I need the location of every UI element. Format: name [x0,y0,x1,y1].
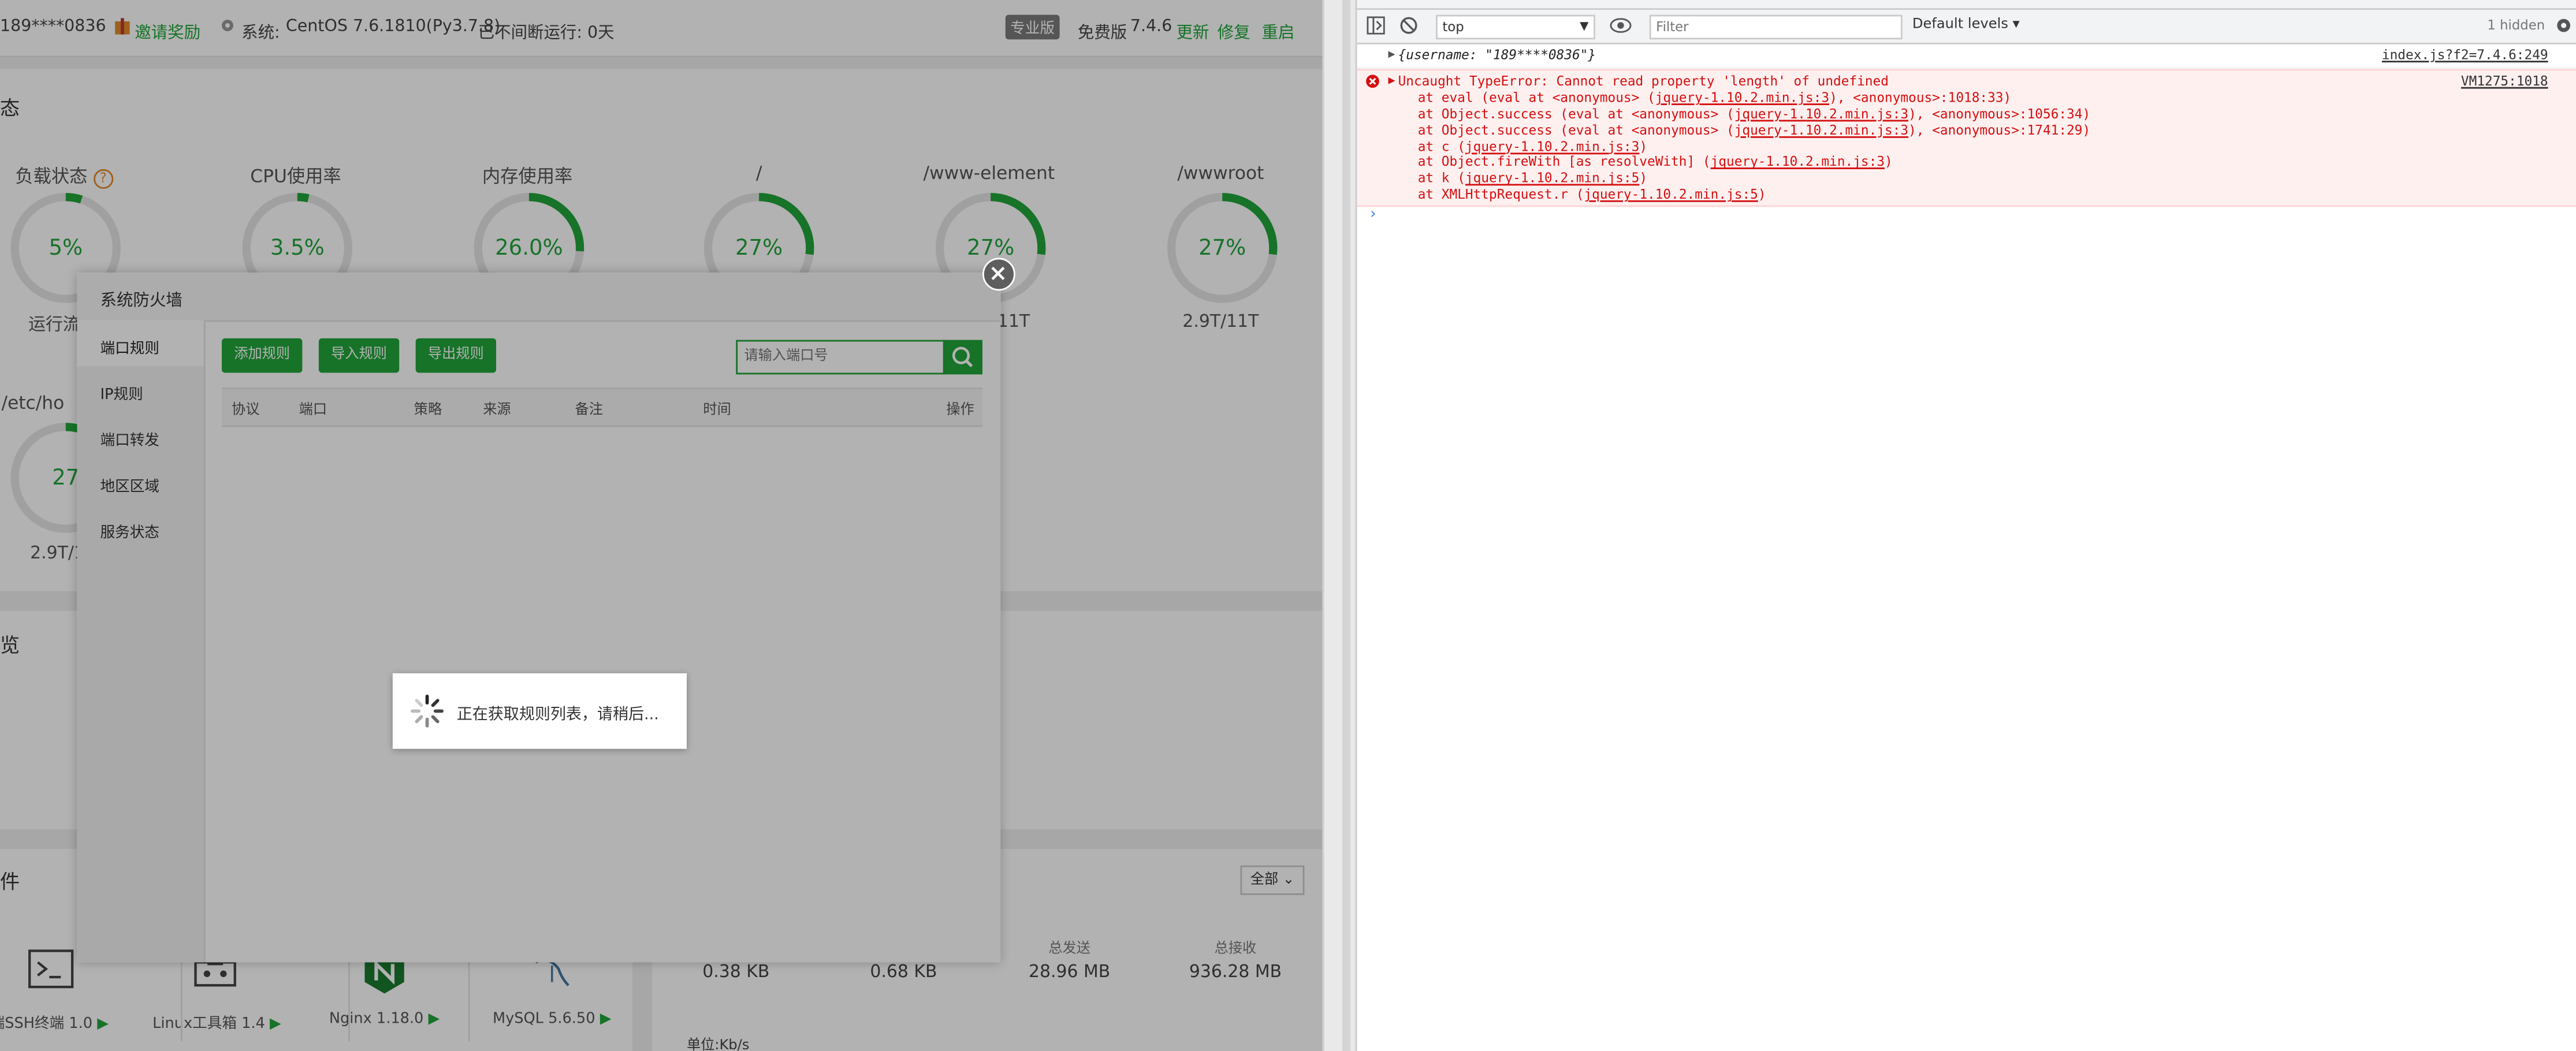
log-entry[interactable]: ▶ {username: "189****0836"} index.js?f2=… [1357,44,2576,69]
devtools-tabbar [1357,0,2576,10]
dropdown-arrow-icon: ▼ [1580,20,1589,33]
context-select[interactable]: top ▼ [1435,14,1595,40]
loading-backdrop[interactable] [77,273,1001,963]
devtools-splitter[interactable] [1322,0,1357,1051]
stack-text: at eval (eval at <anonymous> ( [1417,90,1655,105]
log-levels-select[interactable]: Default levels ▾ [1912,16,2020,32]
stack-text: at k ( [1417,171,1465,187]
stack-frame: at eval (eval at <anonymous> (jquery-1.1… [1418,90,2012,105]
eye-icon[interactable] [1610,18,1632,33]
sidebar-toggle-icon[interactable] [1367,16,1385,35]
screen: 189****0836 邀请奖励 系统: CentOS 7.6.1810(Py3… [0,0,2576,1051]
loading-text: 正在获取规则列表，请稍后... [456,706,659,725]
log-object[interactable]: {username: "189****0836"} [1398,47,1596,62]
stack-source-link[interactable]: jquery-1.10.2.min.js:3 [1711,155,1885,170]
stack-source-link[interactable]: jquery-1.10.2.min.js:5 [1465,171,1639,186]
stack-text: ) [1639,139,1648,154]
stack-source-link[interactable]: jquery-1.10.2.min.js:5 [1584,187,1758,202]
stack-text: at XMLHttpRequest.r ( [1417,187,1584,203]
error-icon [1366,74,1379,88]
console-prompt[interactable]: › [1368,207,1377,223]
stack-source-link[interactable]: jquery-1.10.2.min.js:3 [1465,139,1639,154]
filter-input[interactable] [1651,20,1896,35]
spinner-icon [411,694,444,728]
stack-text: ) [1885,155,1893,170]
error-source-link[interactable]: VM1275:1018 [2461,74,2548,89]
stack-frame: at Object.fireWith [as resolveWith] (jqu… [1418,155,1893,170]
devtools-console: top▼ Default levels ▾ 1 hidden ▶ {userna… [1355,0,2576,1051]
stack-frame: at c (jquery-1.10.2.min.js:3) [1418,139,1647,154]
firewall-dialog: 系统防火墙 端口规则 IP规则 端口转发 地区区域 服务状态 添加规则 导入规则… [77,273,1001,963]
error-entry: ▶ Uncaught TypeError: Cannot read proper… [1357,69,2576,207]
clear-console-icon[interactable] [1399,16,1417,34]
error-message: Uncaught TypeError: Cannot read property… [1398,73,1889,89]
loading-toast: 正在获取规则列表，请稍后... [392,673,687,749]
hidden-count: 1 hidden [2487,18,2545,33]
stack-frame: at k (jquery-1.10.2.min.js:5) [1418,171,1647,186]
stack-text: at Object.success (eval at <anonymous> ( [1417,122,1734,137]
stack-source-link[interactable]: jquery-1.10.2.min.js:3 [1734,106,1908,121]
stack-text: ) [1639,171,1648,187]
close-icon [991,266,1005,281]
stack-text: at Object.success (eval at <anonymous> ( [1417,106,1734,121]
stack-text: ), <anonymous>:1056:34) [1908,106,2091,121]
stack-text: ), <anonymous>:1741:29) [1908,122,2091,137]
stack-frame: at Object.success (eval at <anonymous> (… [1418,122,2091,137]
stack-text: at c ( [1417,139,1465,154]
console-toolbar: top▼ Default levels ▾ 1 hidden [1357,10,2576,44]
stack-frame: at Object.success (eval at <anonymous> (… [1418,106,2091,121]
expand-triangle-icon[interactable]: ▶ [1388,47,1395,61]
stack-source-link[interactable]: jquery-1.10.2.min.js:3 [1734,122,1908,137]
stack-source-link[interactable]: jquery-1.10.2.min.js:3 [1655,90,1829,105]
dialog-close-button[interactable] [982,258,1015,291]
filter-box [1649,14,1903,40]
stack-frame: at XMLHttpRequest.r (jquery-1.10.2.min.j… [1418,187,1766,202]
stack-text: ), <anonymous>:1018:33) [1829,90,2012,105]
log-source-link[interactable]: index.js?f2=7.4.6:249 [2382,47,2548,62]
expand-triangle-icon[interactable]: ▶ [1388,74,1395,87]
stack-text: at Object.fireWith [as resolveWith] ( [1417,155,1711,170]
stack-text: ) [1758,187,1766,203]
settings-gear-icon[interactable] [2555,16,2573,34]
